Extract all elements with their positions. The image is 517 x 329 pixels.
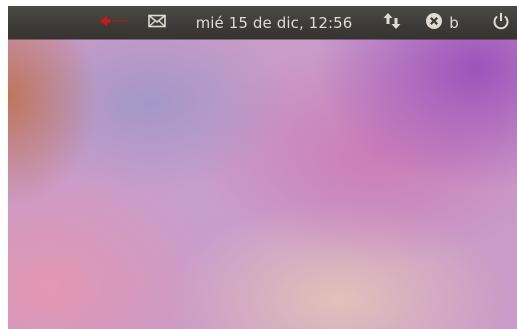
- session-user-label: b: [449, 13, 459, 32]
- desktop-wallpaper: [8, 39, 517, 329]
- power-indicator[interactable]: [490, 6, 512, 39]
- top-panel: mié 15 de dic, 12:56 b: [8, 6, 517, 39]
- network-updown-icon: [383, 12, 401, 34]
- session-indicator[interactable]: b: [420, 6, 464, 39]
- network-indicator[interactable]: [381, 6, 403, 39]
- power-icon: [492, 12, 510, 34]
- clock-indicator[interactable]: mié 15 de dic, 12:56: [179, 6, 369, 39]
- volume-muted-icon: [98, 13, 130, 32]
- envelope-icon: [148, 13, 166, 32]
- volume-indicator[interactable]: [96, 6, 132, 39]
- mail-indicator[interactable]: [145, 6, 169, 39]
- desktop-screen: mié 15 de dic, 12:56 b: [8, 6, 517, 329]
- session-status-icon: [425, 12, 443, 34]
- clock-text: mié 15 de dic, 12:56: [195, 13, 353, 32]
